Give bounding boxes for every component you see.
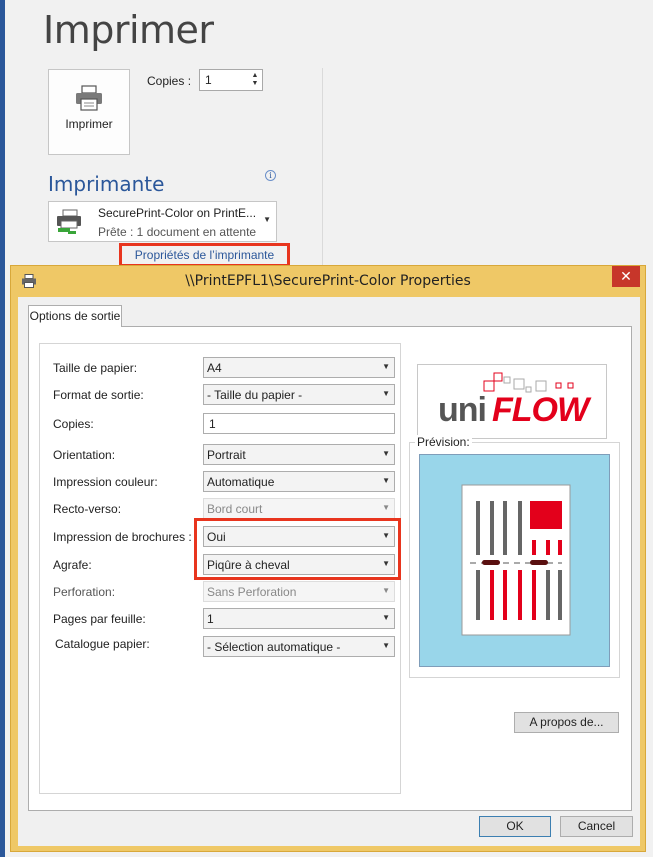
- network-printer-icon: [55, 209, 83, 235]
- divider: [322, 68, 323, 268]
- chevron-down-icon: ▼: [382, 389, 390, 398]
- chevron-down-icon: ▼: [382, 613, 390, 622]
- logo-flow: FLOW: [492, 391, 589, 429]
- tab-panel: Taille de papier: A4 ▼ Format de sortie: …: [28, 326, 632, 811]
- logo-uni: uni: [438, 391, 487, 429]
- highlight-box: [194, 518, 401, 580]
- printer-dropdown[interactable]: SecurePrint-Color on PrintE... Prête : 1…: [48, 201, 277, 242]
- pages-per-sheet-select[interactable]: 1 ▼: [203, 608, 395, 629]
- paper-size-value: A4: [207, 361, 222, 375]
- duplex-label: Recto-verso:: [53, 502, 122, 516]
- chevron-down-icon: ▼: [382, 641, 390, 650]
- printer-icon: [74, 85, 104, 111]
- printer-heading: Imprimante: [48, 172, 165, 196]
- color-printing-label: Impression couleur:: [53, 475, 158, 489]
- color-printing-value: Automatique: [207, 475, 275, 489]
- printer-name: SecurePrint-Color on PrintE...: [98, 206, 257, 220]
- copies-field[interactable]: 1: [203, 413, 395, 434]
- chevron-down-icon: ▼: [263, 215, 271, 224]
- orientation-select[interactable]: Portrait ▼: [203, 444, 395, 465]
- printer-status: Prête : 1 document en attente: [98, 225, 257, 239]
- uniflow-logo: uni FLOW: [417, 364, 607, 439]
- paper-catalog-value: - Sélection automatique -: [207, 640, 341, 654]
- chevron-down-icon: ▼: [382, 476, 390, 485]
- backstage-left-accent: [0, 0, 5, 857]
- orientation-value: Portrait: [207, 448, 246, 462]
- info-icon[interactable]: i: [265, 170, 276, 181]
- booklet-label: Impression de brochures :: [53, 530, 192, 544]
- copies-label: Copies :: [147, 74, 192, 88]
- color-printing-select[interactable]: Automatique ▼: [203, 471, 395, 492]
- dialog-title: \\PrintEPFL1\SecurePrint-Color Propertie…: [185, 273, 471, 289]
- close-icon[interactable]: ✕: [612, 266, 640, 287]
- about-button[interactable]: A propos de...: [514, 712, 619, 733]
- punch-select: Sans Perforation ▼: [203, 581, 395, 602]
- ok-button[interactable]: OK: [479, 816, 551, 837]
- copies-label: Copies:: [53, 417, 94, 431]
- duplex-value: Bord court: [207, 502, 263, 516]
- chevron-down-icon: ▼: [382, 586, 390, 595]
- paper-catalog-label: Catalogue papier:: [55, 637, 150, 651]
- printer-properties-link[interactable]: Propriétés de l’imprimante: [119, 243, 290, 267]
- orientation-label: Orientation:: [53, 448, 116, 462]
- copies-field-value: 1: [209, 417, 216, 431]
- spin-up-icon[interactable]: ▲: [250, 72, 260, 80]
- paper-size-label: Taille de papier:: [53, 361, 138, 375]
- punch-label: Perforation:: [53, 585, 116, 599]
- chevron-down-icon: ▼: [382, 503, 390, 512]
- staple-label: Agrafe:: [53, 558, 92, 572]
- dialog-title-bar[interactable]: \\PrintEPFL1\SecurePrint-Color Propertie…: [11, 266, 645, 296]
- output-format-select[interactable]: - Taille du papier - ▼: [203, 384, 395, 405]
- chevron-down-icon: ▼: [382, 449, 390, 458]
- chevron-down-icon: ▼: [382, 362, 390, 371]
- duplex-select: Bord court ▼: [203, 498, 395, 519]
- output-format-value: - Taille du papier -: [207, 388, 303, 402]
- cancel-button[interactable]: Cancel: [560, 816, 633, 837]
- page-title: Imprimer: [43, 8, 214, 52]
- output-format-label: Format de sortie:: [53, 388, 144, 402]
- copies-stepper[interactable]: 1 ▲ ▼: [199, 69, 263, 91]
- tab-output-options[interactable]: Options de sortie: [28, 305, 122, 327]
- print-button-label: Imprimer: [65, 117, 113, 131]
- pages-per-sheet-value: 1: [207, 612, 214, 626]
- paper-size-select[interactable]: A4 ▼: [203, 357, 395, 378]
- preview-pane: [419, 454, 610, 667]
- printer-properties-dialog: \\PrintEPFL1\SecurePrint-Color Propertie…: [10, 265, 646, 852]
- spin-down-icon[interactable]: ▼: [250, 80, 260, 88]
- punch-value: Sans Perforation: [207, 585, 297, 599]
- copies-value: 1: [205, 73, 212, 87]
- print-button[interactable]: Imprimer: [48, 69, 130, 155]
- paper-catalog-select[interactable]: - Sélection automatique - ▼: [203, 636, 395, 657]
- preview-label: Prévision:: [415, 435, 472, 449]
- dialog-client-area: Options de sortie Taille de papier: A4 ▼ …: [18, 297, 640, 846]
- pages-per-sheet-label: Pages par feuille:: [53, 612, 146, 626]
